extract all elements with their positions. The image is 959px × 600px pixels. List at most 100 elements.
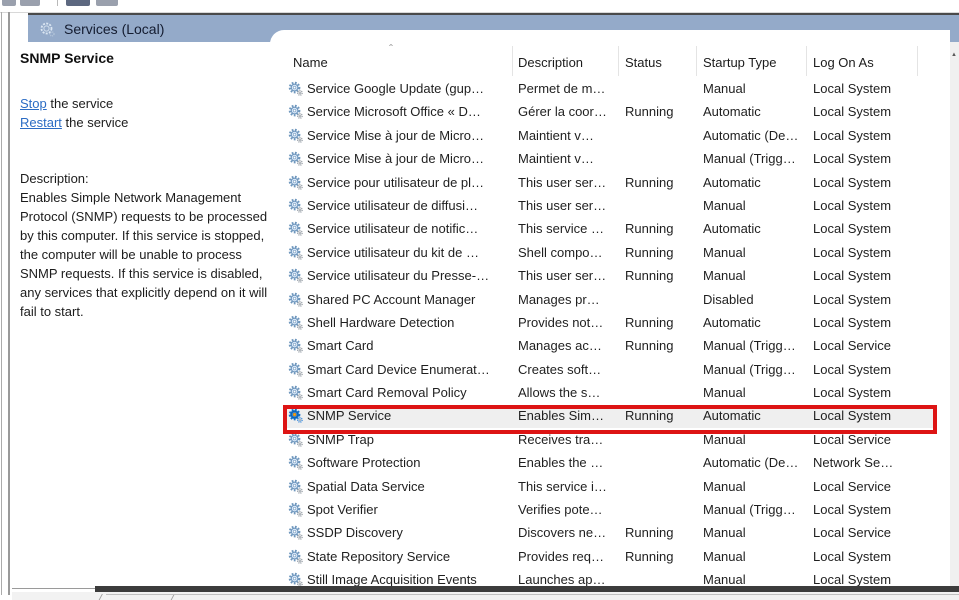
description-text: Enables Simple Network Management Protoc… (20, 188, 270, 321)
services-console-window: Services (Local) SNMP Service Stop the s… (0, 0, 959, 600)
service-log-on-as-cell: Local System (813, 217, 891, 240)
service-row[interactable]: State Repository Service Provides req… R… (270, 545, 950, 568)
service-startup-type-cell: Manual (703, 475, 746, 498)
stop-link[interactable]: Stop (20, 96, 47, 111)
service-log-on-as-cell: Local System (813, 124, 891, 147)
service-row[interactable]: Service Google Update (gup… Permet de m…… (270, 77, 950, 100)
service-row[interactable]: Software Protection Enables the … Automa… (270, 451, 950, 474)
toolbar-button-stub-icon[interactable] (20, 0, 40, 6)
service-startup-type-cell: Manual (Trigg… (703, 334, 796, 357)
service-row[interactable]: SNMP Trap Receives tra… Manual Local Ser… (270, 428, 950, 451)
service-status-cell: Running (625, 241, 673, 264)
service-description-cell: Enables Sim… (518, 404, 604, 427)
service-log-on-as-cell: Local System (813, 358, 891, 381)
service-gear-icon (288, 408, 303, 423)
service-row[interactable]: Smart Card Manages ac… Running Manual (T… (270, 334, 950, 357)
service-startup-type-cell: Automatic (703, 171, 761, 194)
service-startup-type-cell: Disabled (703, 288, 754, 311)
service-row[interactable]: Service utilisateur du Presse-… This use… (270, 264, 950, 287)
column-separator[interactable] (917, 46, 918, 76)
service-row[interactable]: Service Microsoft Office « D… Gérer la c… (270, 100, 950, 123)
extended-view-panel: SNMP Service Stop the service Restart th… (12, 42, 270, 589)
column-separator[interactable] (806, 46, 807, 76)
service-gear-icon (288, 385, 303, 400)
service-row[interactable]: Spot Verifier Verifies pote… Manual (Tri… (270, 498, 950, 521)
service-row[interactable]: SSDP Discovery Discovers ne… Running Man… (270, 521, 950, 544)
column-separator[interactable] (512, 46, 513, 76)
service-name-cell: Service utilisateur de diffusi… (307, 194, 478, 217)
service-status-cell: Running (625, 311, 673, 334)
service-row[interactable]: Service Mise à jour de Micro… Maintient … (270, 147, 950, 170)
tab-top-border (106, 594, 959, 595)
service-description-cell: This user ser… (518, 194, 606, 217)
service-row[interactable]: Spatial Data Service This service i… Man… (270, 475, 950, 498)
toolbar-button-stub-pressed-icon[interactable] (66, 0, 90, 6)
column-header-startup-type[interactable]: Startup Type (703, 55, 776, 70)
service-log-on-as-cell: Local Service (813, 334, 891, 357)
service-gear-icon (288, 338, 303, 353)
bottom-tab-stub[interactable] (98, 594, 103, 600)
service-name-cell: Service pour utilisateur de pl… (307, 171, 484, 194)
service-gear-icon (288, 268, 303, 283)
service-row[interactable]: Smart Card Removal Policy Allows the s… … (270, 381, 950, 404)
service-row[interactable]: Shell Hardware Detection Provides not… R… (270, 311, 950, 334)
service-log-on-as-cell: Local System (813, 264, 891, 287)
service-gear-icon (288, 549, 303, 564)
service-status-cell: Running (625, 404, 673, 427)
service-name-cell: Service Mise à jour de Micro… (307, 147, 484, 170)
service-description-cell: This service … (518, 217, 604, 240)
service-actions: Stop the service Restart the service (20, 94, 128, 132)
service-startup-type-cell: Manual (Trigg… (703, 147, 796, 170)
service-startup-type-cell: Automatic (De… (703, 451, 798, 474)
service-row[interactable]: SNMP Service Enables Sim… Running Automa… (270, 404, 950, 427)
service-gear-icon (288, 479, 303, 494)
service-description-cell: This user ser… (518, 264, 606, 287)
toolbar-button-stub-icon[interactable] (96, 0, 118, 6)
service-name-cell: Service Microsoft Office « D… (307, 100, 481, 123)
service-name-cell: Service utilisateur du kit de … (307, 241, 479, 264)
service-description-cell: This user ser… (518, 171, 606, 194)
service-log-on-as-cell: Local System (813, 498, 891, 521)
service-startup-type-cell: Manual (Trigg… (703, 358, 796, 381)
service-row[interactable]: Smart Card Device Enumerat… Creates soft… (270, 358, 950, 381)
service-gear-icon (288, 104, 303, 119)
scroll-up-icon[interactable]: ▲ (951, 52, 957, 58)
service-description-cell: Discovers ne… (518, 521, 606, 544)
toolbar-divider (57, 0, 58, 6)
service-row[interactable]: Service utilisateur de notific… This ser… (270, 217, 950, 240)
service-row[interactable]: Service utilisateur du kit de … Shell co… (270, 241, 950, 264)
service-name-cell: Spatial Data Service (307, 475, 425, 498)
service-gear-icon (288, 525, 303, 540)
toolbar-button-stub-icon[interactable] (2, 0, 16, 6)
service-gear-icon (288, 432, 303, 447)
column-separator[interactable] (696, 46, 697, 76)
service-row[interactable]: Service pour utilisateur de pl… This use… (270, 171, 950, 194)
service-description-cell: Maintient v… (518, 124, 594, 147)
column-header-name[interactable]: Name (293, 55, 328, 70)
service-row[interactable]: Shared PC Account Manager Manages pr… Di… (270, 288, 950, 311)
service-status-cell: Running (625, 545, 673, 568)
column-header-log-on-as[interactable]: Log On As (813, 55, 874, 70)
column-separator[interactable] (618, 46, 619, 76)
service-gear-icon (288, 128, 303, 143)
column-header-status[interactable]: Status (625, 55, 662, 70)
vertical-scrollbar[interactable]: ▲ (950, 42, 959, 592)
service-startup-type-cell: Automatic (703, 311, 761, 334)
window-left-inner-edge (8, 12, 10, 595)
window-left-edge (1, 12, 2, 595)
service-startup-type-cell: Automatic (703, 100, 761, 123)
service-log-on-as-cell: Local System (813, 100, 891, 123)
service-status-cell: Running (625, 100, 673, 123)
service-status-cell: Running (625, 264, 673, 287)
service-status-cell: Running (625, 521, 673, 544)
column-header-description[interactable]: Description (518, 55, 583, 70)
service-log-on-as-cell: Local System (813, 241, 891, 264)
restart-suffix: the service (62, 115, 128, 130)
restart-link[interactable]: Restart (20, 115, 62, 130)
service-row[interactable]: Service Mise à jour de Micro… Maintient … (270, 124, 950, 147)
restart-service-line: Restart the service (20, 113, 128, 132)
toolbar-remnant (0, 0, 959, 13)
service-startup-type-cell: Manual (703, 545, 746, 568)
service-row[interactable]: Service utilisateur de diffusi… This use… (270, 194, 950, 217)
service-gear-icon (288, 151, 303, 166)
